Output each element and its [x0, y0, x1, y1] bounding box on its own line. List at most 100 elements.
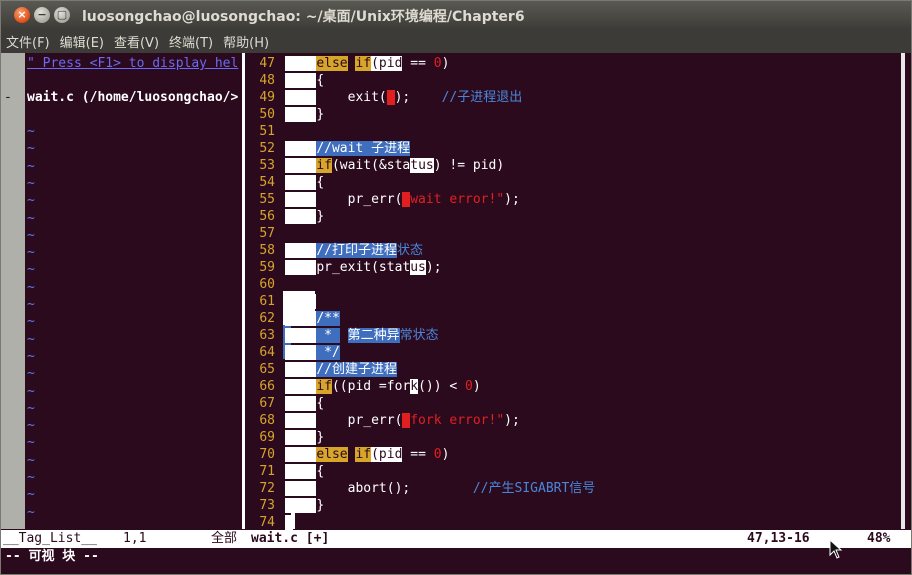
line-number: 60 — [259, 277, 275, 292]
line-number: 62 — [259, 311, 275, 326]
empty-line-tilde: ~ — [27, 348, 35, 364]
code-line-72: abort(); //产生SIGABRT信号 — [285, 480, 595, 497]
code-line-71: { — [285, 463, 324, 480]
code-line-56: } — [285, 208, 324, 225]
empty-line-tilde: ~ — [27, 279, 35, 295]
line-number: 73 — [259, 498, 275, 513]
taglist-help-hint: " Press <F1> to display hel — [27, 56, 239, 71]
line-number: 71 — [259, 464, 275, 479]
code-line-55: pr_err( wait error!"); — [285, 191, 520, 208]
menu-help[interactable]: 帮助(H) — [223, 32, 269, 51]
empty-line-tilde: ~ — [27, 141, 35, 157]
cursor-position: 47,13-16 — [747, 531, 810, 546]
file-status-name: wait.c [+] — [251, 531, 330, 546]
taglist-fold-marker[interactable]: - — [4, 89, 12, 106]
code-line-53: if(wait(&status) != pid) — [285, 157, 504, 174]
code-line-64: */ — [285, 344, 340, 361]
line-number: 57 — [259, 226, 275, 241]
code-line-50: } — [285, 106, 324, 123]
menu-terminal[interactable]: 终端(T) — [169, 32, 213, 51]
close-button[interactable]: × — [14, 7, 30, 23]
line-number: 47 — [259, 56, 275, 71]
code-line-65: //创建子进程 — [285, 361, 397, 378]
code-line-59: pr_exit(status); — [285, 259, 442, 276]
empty-line-tilde: ~ — [27, 124, 35, 139]
menu-view[interactable]: 查看(V) — [114, 32, 159, 51]
code-line-54: { — [285, 174, 324, 191]
code-line-68: pr_err( fork error!"); — [285, 412, 520, 429]
code-line-48: { — [285, 72, 324, 89]
window-title: luosongchao@luosongchao: ~/桌面/Unix环境编程/C… — [82, 9, 525, 25]
empty-line-tilde: ~ — [27, 210, 35, 226]
code-line-62: /** — [285, 310, 340, 327]
vim-status-line: __Tag_List__ 1,1 全部 wait.c [+] 47,13-16 … — [1, 530, 911, 548]
code-line-49: exit( ); //子进程退出 — [285, 89, 522, 106]
vim-mode-indicator: -- 可视 块 -- — [1, 548, 911, 574]
line-number: 61 — [259, 294, 275, 309]
maximize-button[interactable]: ▢ — [54, 7, 70, 23]
line-number: 68 — [259, 413, 275, 428]
taglist-status-all: 全部 — [211, 531, 238, 546]
code-line-66: if((pid =fork()) < 0) — [285, 378, 481, 395]
line-number: 50 — [259, 107, 275, 122]
empty-line-tilde: ~ — [27, 504, 35, 520]
line-number: 49 — [259, 90, 275, 105]
code-line-67: { — [285, 395, 324, 412]
empty-line-tilde: ~ — [27, 383, 35, 399]
close-icon: × — [17, 8, 27, 21]
line-number: 65 — [259, 362, 275, 377]
menu-file[interactable]: 文件(F) — [6, 32, 50, 51]
code-line-70: else if(pid == 0) — [285, 446, 449, 463]
empty-line-tilde: ~ — [27, 175, 35, 191]
code-line-52: //wait 子进程 — [285, 140, 411, 157]
line-number: 51 — [259, 124, 275, 139]
code-editor-pane[interactable]: 47 48 49 50 51 52 53 54 55 56 57 58 59 60 61 62 63 64 65 66… — [245, 53, 895, 531]
scroll-percent: 48% — [867, 531, 891, 546]
empty-line-tilde: ~ — [27, 366, 35, 382]
minimize-button[interactable]: − — [34, 7, 50, 23]
line-number: 74 — [259, 515, 275, 530]
empty-line-tilde: ~ — [27, 158, 35, 174]
taglist-pane[interactable]: " Press <F1> to display hel - wait.c (/h… — [1, 53, 244, 529]
line-number: 59 — [259, 260, 275, 275]
empty-line-tilde: ~ — [27, 193, 35, 209]
taglist-file-entry[interactable]: wait.c (/home/luosongchao/> — [27, 89, 238, 106]
empty-line-tilde: ~ — [27, 227, 35, 243]
title-bar[interactable]: × − ▢ luosongchao@luosongchao: ~/桌面/Unix… — [1, 1, 911, 29]
line-number: 63 — [259, 328, 275, 343]
empty-line-tilde: ~ — [27, 297, 35, 312]
taglist-fold-column — [1, 53, 25, 529]
code-line-74 — [285, 514, 293, 531]
line-number: 64 — [259, 345, 275, 360]
line-number: 52 — [259, 141, 275, 156]
scrollbar-thumb[interactable] — [901, 53, 905, 529]
code-line-63: * 第二种异常状态 — [285, 327, 439, 344]
line-number: 58 — [259, 243, 275, 258]
line-number: 48 — [259, 73, 275, 88]
terminal-window: × − ▢ luosongchao@luosongchao: ~/桌面/Unix… — [0, 0, 912, 575]
empty-line-tilde: ~ — [27, 245, 35, 261]
minimize-icon: − — [37, 8, 47, 21]
line-number: 53 — [259, 158, 275, 173]
line-number: 70 — [259, 447, 275, 462]
empty-line-tilde: ~ — [27, 314, 35, 330]
code-line-69: } — [285, 429, 324, 446]
line-number: 55 — [259, 192, 275, 207]
empty-line-tilde: ~ — [27, 452, 35, 468]
terminal-area[interactable]: " Press <F1> to display hel - wait.c (/h… — [1, 53, 911, 574]
empty-line-tilde: ~ — [27, 331, 35, 347]
empty-line-tilde: ~ — [27, 418, 35, 434]
code-line-47: else if(pid == 0) — [285, 55, 449, 72]
menu-edit[interactable]: 编辑(E) — [60, 32, 104, 51]
empty-line-tilde: ~ — [27, 262, 35, 278]
terminal-scrollbar[interactable] — [895, 53, 911, 529]
line-number: 69 — [259, 430, 275, 445]
line-number: 67 — [259, 396, 275, 411]
empty-line-tilde: ~ — [27, 487, 35, 503]
code-line-61 — [285, 293, 317, 310]
maximize-icon: ▢ — [56, 8, 68, 21]
empty-line-tilde: ~ — [27, 470, 35, 485]
line-number: 54 — [259, 175, 275, 190]
empty-line-tilde: ~ — [27, 435, 35, 451]
line-number: 66 — [259, 379, 275, 394]
